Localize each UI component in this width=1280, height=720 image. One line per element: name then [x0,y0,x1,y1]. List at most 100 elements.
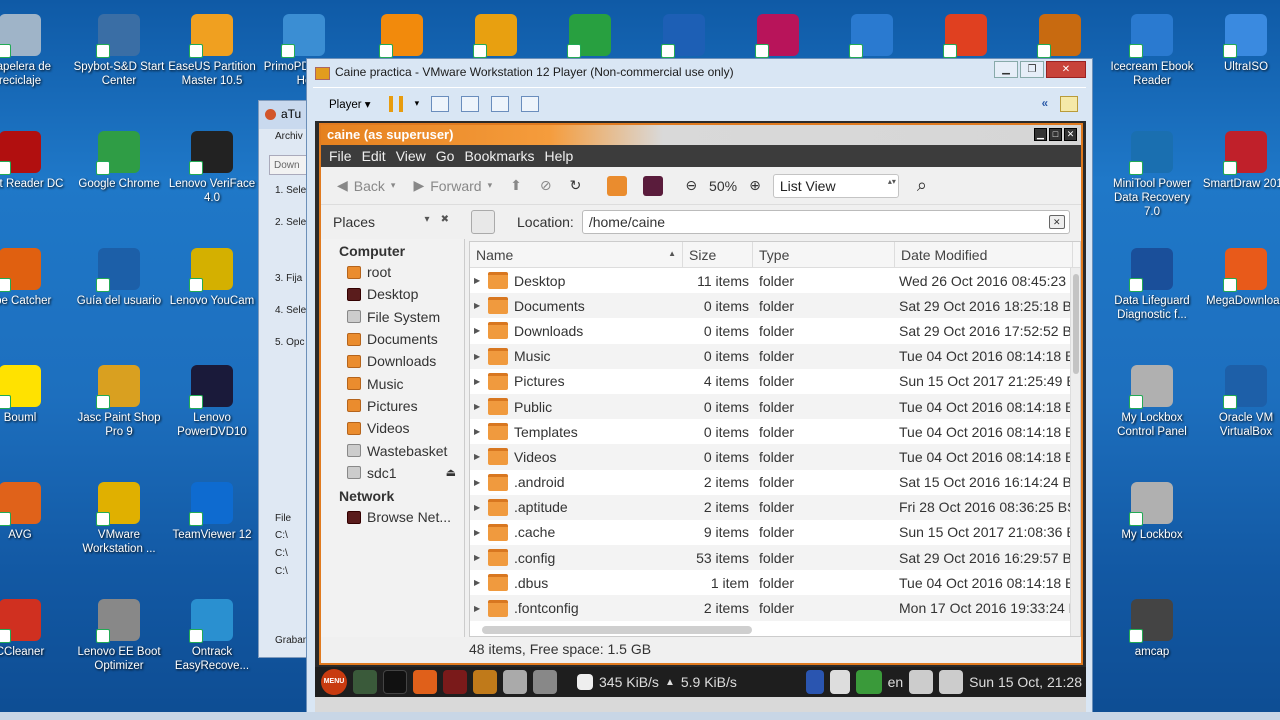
vertical-scrollbar[interactable] [1070,268,1080,636]
recycle-icon[interactable] [939,670,964,694]
expand-arrow-icon[interactable]: ▶ [474,503,482,512]
column-name[interactable]: Name [470,242,683,267]
desktop-icon[interactable]: Icecream Ebook Reader [1106,14,1198,88]
close-button[interactable]: ✕ [1046,61,1086,78]
places-selector[interactable]: Places ▾ ✖ [321,214,461,230]
file-row[interactable]: ▶ Desktop 11 items folder Wed 26 Oct 2016 08… [470,268,1080,293]
host-taskbar[interactable] [0,712,1280,720]
horizontal-scrollbar[interactable] [482,626,752,634]
removable-devices-icon[interactable] [461,95,480,112]
keyboard-language[interactable]: en [888,674,904,690]
sidebar-item-music[interactable]: Music [321,372,464,394]
sidebar-item-desktop[interactable]: Desktop [321,283,464,305]
desktop-icon[interactable]: AVG [0,482,66,542]
desktop-icon[interactable] [638,14,730,60]
settings-icon[interactable] [533,670,557,694]
sidebar-item-videos[interactable]: Videos [321,417,464,439]
sidebar-item-root[interactable]: root [321,261,464,283]
menu-bookmarks[interactable]: Bookmarks [462,148,542,164]
back-button[interactable]: ◀ Back ▾ [331,177,401,194]
expand-arrow-icon[interactable]: ▶ [474,402,482,411]
desktop-icon[interactable]: Guía del usuario [73,248,165,308]
desktop-icon[interactable]: Google Chrome [73,131,165,191]
column-type[interactable]: Type [753,242,895,267]
bluetooth-icon[interactable] [805,670,824,694]
firefox-icon[interactable] [413,670,437,694]
expand-arrow-icon[interactable]: ▶ [474,427,482,436]
desktop-icon[interactable]: amcap [1106,599,1198,659]
file-row[interactable]: ▶ Music 0 items folder Tue 04 Oct 2016 08:14… [470,343,1080,369]
file-row[interactable]: ▶ .cache 9 items folder Sun 15 Oct 2017 21:0… [470,520,1080,545]
file-row[interactable]: ▶ Documents 0 items folder Sat 29 Oct 2016 1… [470,293,1080,319]
file-row[interactable]: ▶ Videos 0 items folder Tue 04 Oct 2016 08:1… [470,444,1080,470]
file-row[interactable]: ▶ Pictures 4 items folder Sun 15 Oct 2017 21… [470,369,1080,394]
file-row[interactable]: ▶ Downloads 0 items folder Sat 29 Oct 2016 1… [470,318,1080,343]
desktop-icon[interactable]: Lenovo PowerDVD10 [166,365,258,439]
computer-icon[interactable] [643,175,664,196]
desktop-icon[interactable]: Lenovo YouCam [166,248,258,308]
desktop-icon[interactable]: Jasc Paint Shop Pro 9 [73,365,165,439]
clear-location-icon[interactable]: ✕ [1048,215,1065,229]
desktop-icon[interactable]: UltraISO [1200,14,1280,74]
column-size[interactable]: Size [683,242,753,267]
screenshot-icon[interactable] [829,670,850,694]
eject-icon[interactable]: ⏏ [446,466,456,479]
guest-display[interactable]: caine (as superuser) ▁ □ ✕ File Edit View G… [315,121,1086,720]
desktop-icon[interactable]: VMware Workstation ... [73,482,165,556]
minimize-button[interactable]: ▁ [994,61,1018,78]
back-dropdown-icon[interactable]: ▾ [391,180,396,191]
desktop-icon[interactable]: MegaDownload [1200,248,1280,308]
toggle-location-button[interactable] [471,210,495,234]
fm-maximize-button[interactable]: □ [1049,128,1062,141]
zoom-in-button[interactable]: ⊕ [743,177,767,194]
desktop-icon[interactable]: SmartDraw 2017 [1200,131,1280,191]
search-icon[interactable]: ⌕ [911,175,933,196]
unity-icon[interactable] [521,95,540,112]
expand-arrow-icon[interactable]: ▶ [474,377,482,386]
file-row[interactable]: ▶ .config 53 items folder Sat 29 Oct 2016 16… [470,545,1080,571]
view-mode-select[interactable]: List View [772,173,899,198]
sidebar-item-browse-net[interactable]: Browse Net... [321,506,464,528]
desktop-icon[interactable]: Papelera de reciclaje [0,14,66,88]
desktop-icon[interactable] [544,14,636,60]
expand-arrow-icon[interactable]: ▶ [474,478,482,487]
desktop-icon[interactable]: Data Lifeguard Diagnostic f... [1106,248,1198,322]
files-icon[interactable] [503,670,527,694]
globe-icon[interactable] [353,670,377,694]
location-input[interactable]: /home/caine ✕ [581,210,1070,234]
message-log-icon[interactable] [1060,95,1078,112]
desktop-icon[interactable]: ube Catcher [0,248,66,308]
desktop-icon[interactable]: Bouml [0,365,66,425]
desktop-icon[interactable]: MiniTool Power Data Recovery 7.0 [1106,131,1198,219]
vmware-player-window[interactable]: Caine practica - VMware Workstation 12 P… [306,58,1093,720]
battery-icon[interactable] [855,670,882,694]
file-row[interactable]: ▶ .android 2 items folder Sat 15 Oct 2016 16… [470,470,1080,495]
file-manager-window[interactable]: caine (as superuser) ▁ □ ✕ File Edit View G… [319,123,1083,665]
sidebar-item-documents[interactable]: Documents [321,328,464,350]
pause-icon[interactable] [388,95,403,112]
expand-arrow-icon[interactable]: ▶ [474,452,482,461]
desktop-icon[interactable]: Oracle VM VirtualBox [1200,365,1280,439]
expand-arrow-icon[interactable]: ▶ [474,578,482,587]
desktop-icon[interactable] [826,14,918,60]
pause-dropdown-icon[interactable]: ▾ [415,98,420,109]
desktop-icon[interactable] [732,14,824,60]
forward-dropdown-icon[interactable]: ▾ [488,180,493,191]
start-menu-button[interactable]: MENU [321,669,347,695]
collapse-arrows-icon[interactable]: « [1042,98,1048,110]
places-dropdown-icon[interactable]: ▾ ✖ [424,214,449,230]
expand-arrow-icon[interactable]: ▶ [474,604,482,613]
menu-view[interactable]: View [394,148,434,164]
expand-arrow-icon[interactable]: ▶ [474,326,482,335]
fullscreen-icon[interactable] [491,95,510,112]
menu-go[interactable]: Go [434,148,463,164]
search-tool-icon[interactable] [473,670,497,694]
file-row[interactable]: ▶ .aptitude 2 items folder Fri 28 Oct 2016 0… [470,494,1080,520]
desktop-icon[interactable] [1014,14,1106,60]
desktop-icon[interactable]: Spybot-S&D Start Center [73,14,165,88]
home-icon[interactable] [607,175,628,196]
stop-button[interactable]: ⊘ [534,177,558,194]
menu-help[interactable]: Help [543,148,582,164]
sidebar-item-sdc1[interactable]: sdc1 ⏏ [321,462,464,484]
app-icon[interactable] [443,670,467,694]
